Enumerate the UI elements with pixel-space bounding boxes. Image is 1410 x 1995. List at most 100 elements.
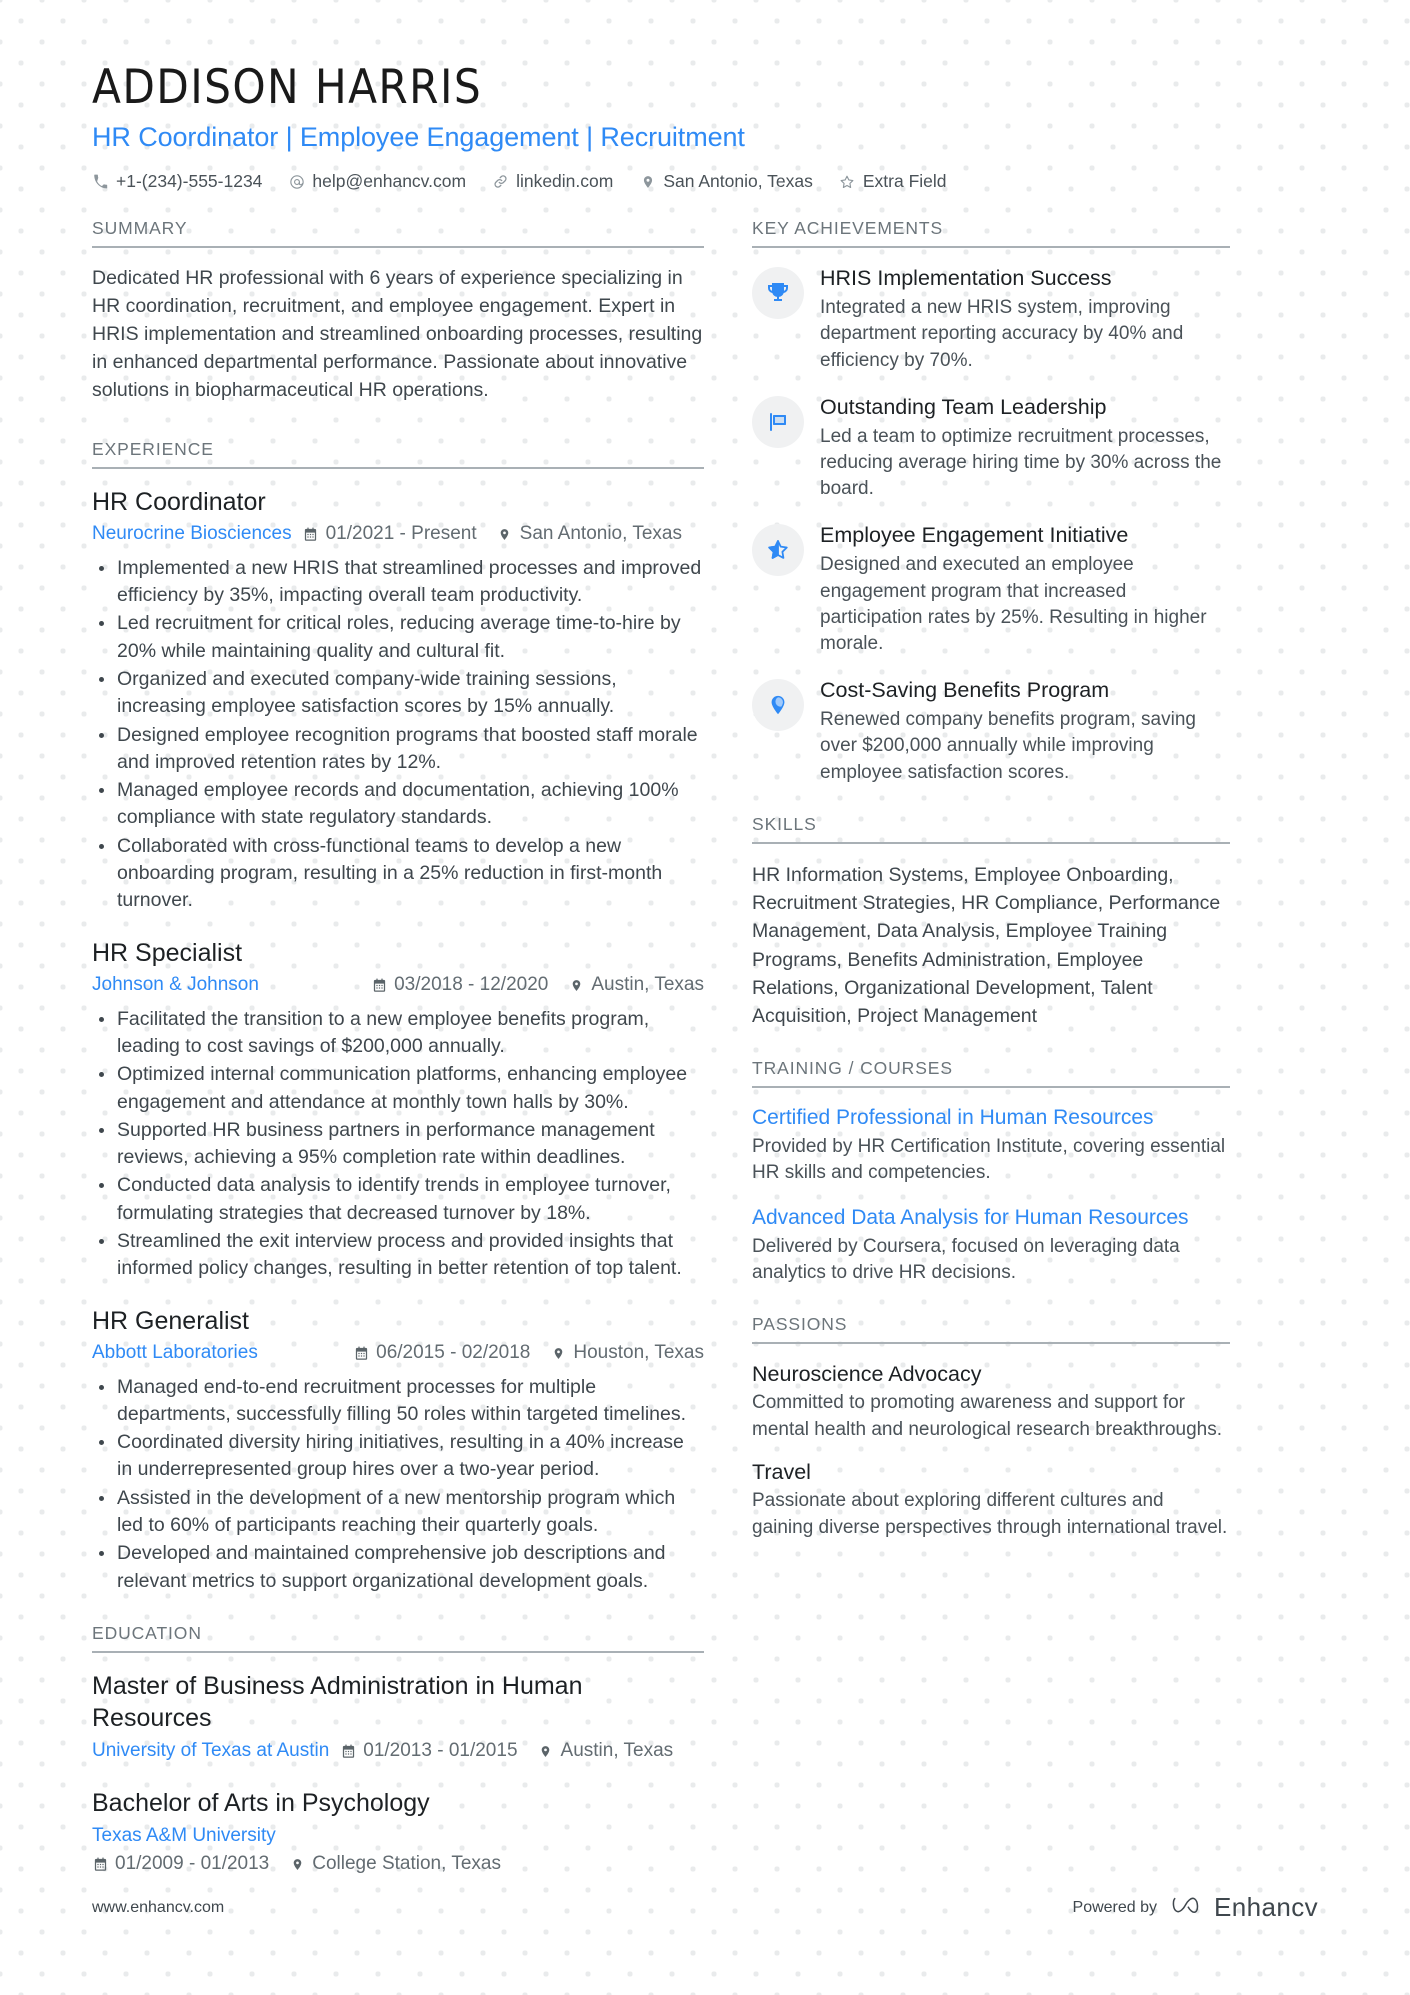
contact-row: +1-(234)-555-1234 help@enhancv.com linke…: [92, 171, 1320, 192]
list-item: Developed and maintained comprehensive j…: [92, 1540, 704, 1595]
experience-location: Houston, Texas: [550, 1339, 704, 1368]
passion-title: Travel: [752, 1459, 811, 1484]
right-column: KEY ACHIEVEMENTS HRIS Implementation Suc…: [752, 218, 1230, 1556]
experience-job-title: HR Specialist: [92, 938, 243, 967]
education-entry: Master of Business Administration in Hum…: [92, 1670, 704, 1766]
achievement-title: Outstanding Team Leadership: [820, 394, 1107, 419]
experience-location: San Antonio, Texas: [497, 520, 682, 549]
experience-list: HR Coordinator Neurocrine Biosciences 01/2…: [92, 486, 704, 1595]
contact-phone[interactable]: +1-(234)-555-1234: [92, 171, 262, 192]
experience-company[interactable]: Johnson & Johnson: [92, 971, 259, 1000]
achievement-item: Outstanding Team Leadership Led a team to…: [752, 394, 1230, 503]
course-title[interactable]: Advanced Data Analysis for Human Resourc…: [752, 1205, 1230, 1232]
achievement-description: Integrated a new HRIS system, improving …: [820, 297, 1184, 371]
education-degree: Master of Business Administration in Hum…: [92, 1671, 583, 1733]
powered-by-label: Powered by: [1072, 1898, 1158, 1916]
achievement-body: Cost-Saving Benefits Program Renewed comp…: [820, 677, 1230, 786]
section-summary: SUMMARY Dedicated HR professional with 6…: [92, 218, 704, 404]
education-location-text: College Station, Texas: [312, 1853, 501, 1875]
contact-extra-field-text: Extra Field: [862, 171, 947, 192]
list-item: Implemented a new HRIS that streamlined …: [92, 555, 704, 610]
email-icon: [288, 173, 305, 190]
achievements-list: HRIS Implementation Success Integrated a …: [752, 265, 1230, 785]
contact-location[interactable]: San Antonio, Texas: [639, 171, 813, 192]
calendar-icon: [340, 1743, 356, 1759]
contact-extra-field[interactable]: Extra Field: [839, 171, 947, 192]
achievement-title: HRIS Implementation Success: [820, 266, 1112, 291]
list-item: Managed end-to-end recruitment processes…: [92, 1374, 704, 1429]
experience-meta: Johnson & Johnson 03/2018 - 12/2020 Austin…: [92, 971, 704, 1000]
education-meta: 01/2009 - 01/2013 College Station, Texas: [92, 1850, 704, 1879]
list-item: Coordinated diversity hiring initiatives…: [92, 1429, 704, 1484]
education-dates: 01/2009 - 01/2013: [92, 1850, 269, 1879]
professional-headline: HR Coordinator | Employee Engagement | R…: [92, 121, 745, 152]
education-school[interactable]: University of Texas at Austin: [92, 1737, 329, 1766]
enhancv-brand: Enhancv: [1171, 1892, 1318, 1923]
experience-dates: 01/2021 - Present: [303, 520, 477, 549]
section-divider: [752, 246, 1230, 249]
left-column: SUMMARY Dedicated HR professional with 6…: [92, 218, 704, 1885]
list-item: Assisted in the development of a new men…: [92, 1485, 704, 1540]
contact-link[interactable]: linkedin.com: [492, 171, 613, 192]
section-education-title: EDUCATION: [92, 1622, 202, 1643]
education-dates: 01/2013 - 01/2015: [340, 1737, 518, 1766]
passion-description: Committed to promoting awareness and sup…: [752, 1392, 1223, 1440]
passion-description: Passionate about exploring different cul…: [752, 1490, 1228, 1538]
experience-entry: HR Generalist Abbott Laboratories 06/2015 …: [92, 1305, 704, 1595]
courses-list: Certified Professional in Human Resource…: [752, 1105, 1230, 1286]
list-item: Collaborated with cross-functional teams…: [92, 833, 704, 915]
contact-email[interactable]: help@enhancv.com: [288, 171, 466, 192]
education-meta: Texas A&M University: [92, 1822, 704, 1851]
section-divider: [752, 841, 1230, 844]
education-meta: University of Texas at Austin 01/2013 - 0…: [92, 1737, 704, 1766]
achievement-item: Cost-Saving Benefits Program Renewed comp…: [752, 677, 1230, 786]
section-divider: [92, 246, 704, 249]
section-divider: [92, 1650, 704, 1653]
link-icon: [492, 173, 509, 190]
achievement-item: HRIS Implementation Success Integrated a …: [752, 265, 1230, 374]
experience-company[interactable]: Abbott Laboratories: [92, 1339, 258, 1368]
education-degree: Bachelor of Arts in Psychology: [92, 1789, 430, 1818]
experience-meta: Abbott Laboratories 06/2015 - 02/2018 Hous…: [92, 1339, 704, 1368]
list-item: Organized and executed company-wide trai…: [92, 666, 704, 721]
experience-job-title: HR Generalist: [92, 1306, 249, 1335]
experience-location-text: Houston, Texas: [573, 1342, 704, 1364]
experience-dates: 06/2015 - 02/2018: [353, 1339, 530, 1368]
footer-url[interactable]: www.enhancv.com: [92, 1899, 224, 1917]
star-icon: [752, 524, 804, 577]
achievement-item: Employee Engagement Initiative Designed a…: [752, 522, 1230, 657]
contact-link-text: linkedin.com: [516, 171, 614, 192]
section-training: TRAINING / COURSES Certified Professiona…: [752, 1058, 1230, 1286]
pin-icon: [752, 679, 804, 732]
experience-location: Austin, Texas: [568, 971, 704, 1000]
contact-phone-text: +1-(234)-555-1234: [116, 171, 263, 192]
experience-entry: HR Specialist Johnson & Johnson 03/2018 - …: [92, 937, 704, 1283]
section-skills: SKILLS HR Information Systems, Employee …: [752, 814, 1230, 1031]
passion-item: Neuroscience Advocacy Committed to promot…: [752, 1361, 1230, 1443]
list-item: Managed employee records and documentati…: [92, 777, 704, 832]
education-school[interactable]: Texas A&M University: [92, 1822, 276, 1851]
course-description: Delivered by Coursera, focused on levera…: [752, 1235, 1180, 1283]
experience-dates-text: 01/2021 - Present: [325, 523, 477, 545]
experience-location-text: San Antonio, Texas: [519, 523, 682, 545]
contact-location-text: San Antonio, Texas: [663, 171, 813, 192]
trophy-icon: [752, 267, 804, 320]
star-outline-icon: [839, 173, 856, 190]
achievement-description: Renewed company benefits program, saving…: [820, 709, 1196, 783]
section-passions: PASSIONS Neuroscience Advocacy Committed …: [752, 1314, 1230, 1541]
experience-company[interactable]: Neurocrine Biosciences: [92, 520, 292, 549]
course-title[interactable]: Certified Professional in Human Resource…: [752, 1105, 1230, 1132]
section-experience: EXPERIENCE HR Coordinator Neurocrine Bios…: [92, 439, 704, 1595]
experience-job-title: HR Coordinator: [92, 487, 266, 516]
skills-text: HR Information Systems, Employee Onboard…: [752, 863, 1221, 1028]
experience-meta: Neurocrine Biosciences 01/2021 - Present S…: [92, 520, 704, 549]
section-achievements: KEY ACHIEVEMENTS HRIS Implementation Suc…: [752, 218, 1230, 785]
experience-bullets: Facilitated the transition to a new empl…: [92, 1006, 704, 1283]
enhancv-brand-name: Enhancv: [1214, 1892, 1318, 1922]
experience-bullets: Managed end-to-end recruitment processes…: [92, 1374, 704, 1595]
calendar-icon: [303, 527, 319, 543]
flag-icon: [752, 395, 804, 448]
passions-list: Neuroscience Advocacy Committed to promot…: [752, 1361, 1230, 1541]
section-skills-title: SKILLS: [752, 813, 817, 834]
course-description: Provided by HR Certification Institute, …: [752, 1136, 1226, 1184]
